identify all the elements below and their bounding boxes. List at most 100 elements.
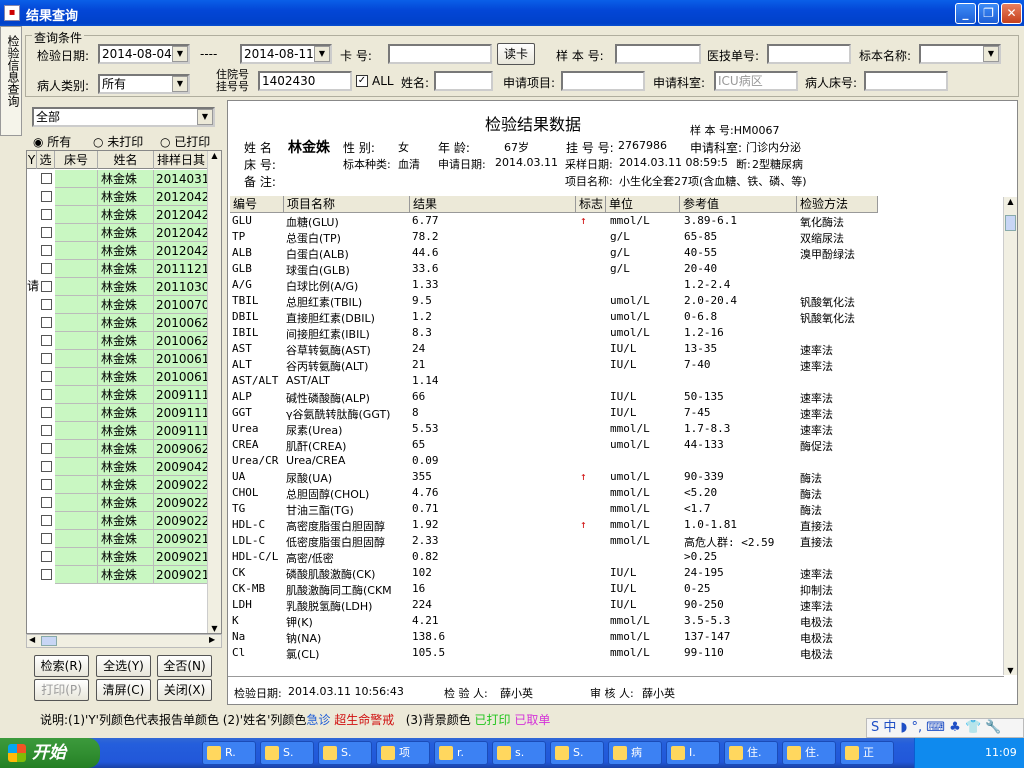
apply-item-input[interactable] [561,71,645,91]
search-button[interactable]: 检索(R) [34,655,89,677]
table-row[interactable]: HDL-C 高密度脂蛋白胆固醇 1.92 ↑ mmol/L 1.0-1.81 直接法 [230,518,870,534]
taskbar-item[interactable]: r. [434,741,488,765]
row-checkbox[interactable] [41,407,52,418]
table-row[interactable]: TP 总蛋白(TP) 78.2 g/L 65-85 双缩尿法 [230,230,870,246]
patient-type-select[interactable]: 所有 ▼ [98,74,190,94]
close-pane-button[interactable]: 关闭(X) [157,679,212,701]
ime-toolbar[interactable]: S 中 ◗ °, ⌨ ♣ 👕 🔧 [866,718,1024,738]
row-checkbox[interactable] [41,389,52,400]
table-row[interactable]: CHOL 总胆固醇(CHOL) 4.76 mmol/L <5.20 酶法 [230,486,870,502]
table-row[interactable]: Na 钠(NA) 138.6 mmol/L 137-147 电极法 [230,630,870,646]
table-row[interactable]: AST/ALT AST/ALT 1.14 [230,374,870,390]
row-checkbox[interactable] [41,461,52,472]
list-item[interactable]: 林金姝 2009062 [27,440,209,458]
list-item[interactable]: 林金姝 2010061 [27,350,209,368]
row-checkbox[interactable] [41,335,52,346]
taskbar-item[interactable]: S. [550,741,604,765]
sample-no-input[interactable] [615,44,701,64]
row-checkbox[interactable] [41,551,52,562]
table-row[interactable]: HDL-C/L 高密/低密 0.82 >0.25 [230,550,870,566]
radio-all[interactable]: ◉ 所有 [33,133,71,150]
start-button[interactable]: 开始 [0,738,100,768]
table-row[interactable]: ALP 碱性磷酸酶(ALP) 66 IU/L 50-135 速率法 [230,390,870,406]
table-row[interactable]: Urea 尿素(Urea) 5.53 mmol/L 1.7-8.3 速率法 [230,422,870,438]
table-row[interactable]: ALT 谷丙转氨酶(ALT) 21 IU/L 7-40 速率法 [230,358,870,374]
select-none-button[interactable]: 全否(N) [157,655,212,677]
row-checkbox[interactable] [41,245,52,256]
status-filter-select[interactable]: 全部 ▼ [32,107,215,127]
scroll-right-icon[interactable]: ▶ [209,635,215,644]
table-row[interactable]: Cl 氯(CL) 105.5 mmol/L 99-110 电极法 [230,646,870,662]
list-item[interactable]: 林金姝 2011121 [27,260,209,278]
row-checkbox[interactable] [41,227,52,238]
table-row[interactable]: ALB 白蛋白(ALB) 44.6 g/L 40-55 溴甲酚绿法 [230,246,870,262]
tab-lab-info-query[interactable]: 检验信息查询 [0,26,22,136]
row-checkbox[interactable] [41,479,52,490]
table-row[interactable]: GLU 血糖(GLU) 6.77 ↑ mmol/L 3.89-6.1 氧化酶法 [230,214,870,230]
medtech-no-input[interactable] [767,44,851,64]
row-checkbox[interactable] [41,443,52,454]
row-checkbox[interactable] [41,299,52,310]
row-checkbox[interactable] [41,533,52,544]
close-button[interactable]: ✕ [1001,3,1022,24]
table-row[interactable]: UA 尿酸(UA) 355 ↑ umol/L 90-339 酶法 [230,470,870,486]
table-row[interactable]: GGT γ谷氨酰转肽酶(GGT) 8 IU/L 7-45 速率法 [230,406,870,422]
list-item[interactable]: 林金姝 2009022 [27,476,209,494]
list-item[interactable]: 林金姝 2012042 [27,242,209,260]
list-item[interactable]: 林金姝 2012042 [27,206,209,224]
scroll-up-icon[interactable]: ▲ [1004,197,1017,206]
list-item[interactable]: 林金姝 2014031 [27,170,209,188]
table-row[interactable]: TBIL 总胆红素(TBIL) 9.5 umol/L 2.0-20.4 钒酸氧化法 [230,294,870,310]
list-item[interactable]: 林金姝 2009022 [27,494,209,512]
list-item[interactable]: 林金姝 2010061 [27,368,209,386]
taskbar-item[interactable]: 病 [608,741,662,765]
scroll-thumb[interactable] [41,636,57,646]
row-checkbox[interactable] [41,515,52,526]
taskbar-item[interactable]: 正 [840,741,894,765]
row-checkbox[interactable] [41,173,52,184]
read-card-button[interactable]: 读卡 [497,43,535,65]
row-checkbox[interactable] [41,263,52,274]
list-item[interactable]: 林金姝 2010070 [27,296,209,314]
select-all-button[interactable]: 全选(Y) [96,655,151,677]
row-checkbox[interactable] [41,497,52,508]
list-item[interactable]: 林金姝 2012042 [27,188,209,206]
table-row[interactable]: LDH 乳酸脱氢酶(LDH) 224 IU/L 90-250 速率法 [230,598,870,614]
all-checkbox[interactable]: ✓ [356,75,368,87]
radio-printed[interactable]: ○ 已打印 [160,133,210,150]
table-row[interactable]: DBIL 直接胆红素(DBIL) 1.2 umol/L 0-6.8 钒酸氧化法 [230,310,870,326]
table-row[interactable]: IBIL 间接胆红素(IBIL) 8.3 umol/L 1.2-16 [230,326,870,342]
table-row[interactable]: GLB 球蛋白(GLB) 33.6 g/L 20-40 [230,262,870,278]
radio-unprinted[interactable]: ○ 未打印 [93,133,143,150]
scroll-down-icon[interactable]: ▼ [1004,666,1017,675]
specimen-select[interactable]: ▼ [919,44,1001,64]
scroll-thumb[interactable] [1005,215,1016,231]
row-checkbox[interactable] [41,569,52,580]
date-from-select[interactable]: 2014-08-04 ▼ [98,44,190,64]
row-checkbox[interactable] [41,281,52,292]
taskbar-item[interactable]: S. [318,741,372,765]
table-row[interactable]: LDL-C 低密度脂蛋白胆固醇 2.33 mmol/L 高危人群: <2.59 直接法 [230,534,870,550]
scroll-down-icon[interactable]: ▼ [208,624,221,633]
taskbar-item[interactable]: R. [202,741,256,765]
taskbar-item[interactable]: 住. [724,741,778,765]
list-item[interactable]: 林金姝 2009111 [27,386,209,404]
name-input[interactable] [434,71,493,91]
maximize-button[interactable]: ❐ [978,3,999,24]
list-item[interactable]: 林金姝 2009021 [27,530,209,548]
clear-button[interactable]: 清屏(C) [96,679,151,701]
list-item[interactable]: 林金姝 2010062 [27,332,209,350]
minimize-button[interactable]: _ [955,3,976,24]
list-item[interactable]: 林金姝 2009042 [27,458,209,476]
table-row[interactable]: CK-MB 肌酸激酶同工酶(CKM 16 IU/L 0-25 抑制法 [230,582,870,598]
list-item[interactable]: 林金姝 2011030 [27,278,209,296]
taskbar-item[interactable]: s. [492,741,546,765]
inpatient-no-input[interactable]: 1402430 [258,71,352,91]
bed-input[interactable] [864,71,948,91]
row-checkbox[interactable] [41,317,52,328]
apply-dept-input[interactable]: ICU病区 [714,71,798,91]
card-input[interactable] [388,44,492,64]
scroll-up-icon[interactable]: ▲ [208,151,221,160]
list-item[interactable]: 林金姝 2009021 [27,548,209,566]
table-row[interactable]: CK 磷酸肌酸激酶(CK) 102 IU/L 24-195 速率法 [230,566,870,582]
